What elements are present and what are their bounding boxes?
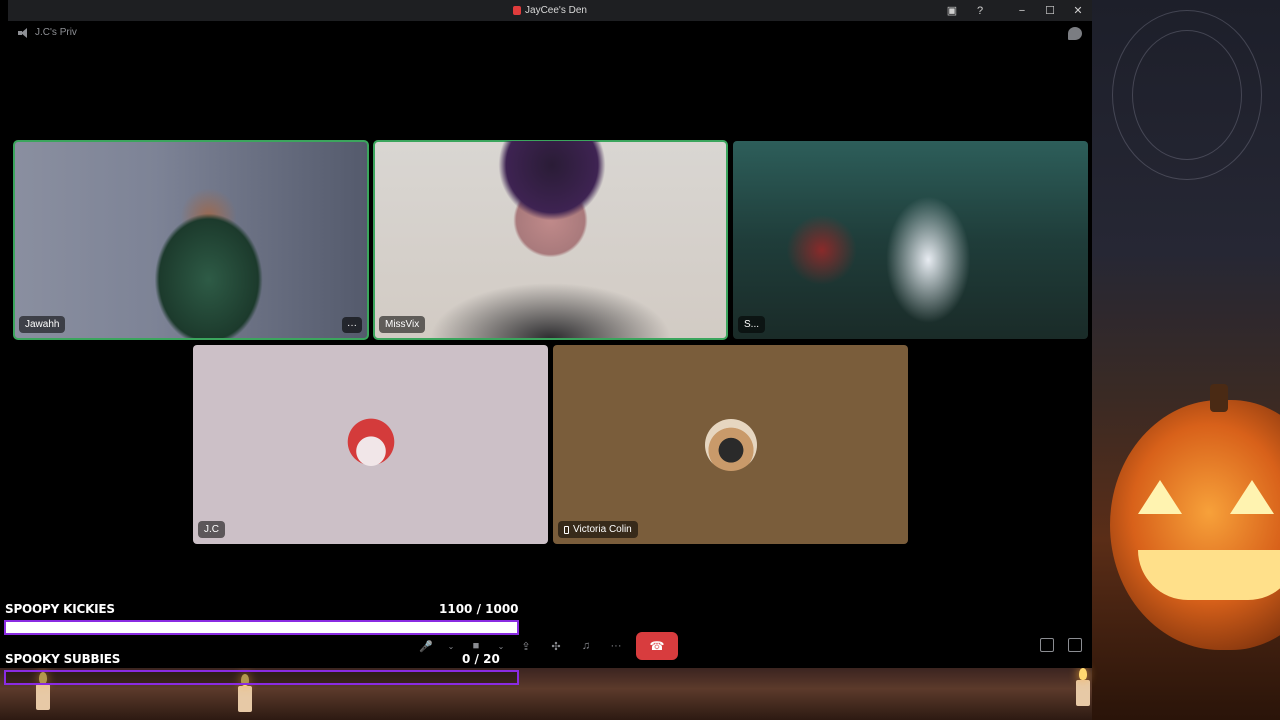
goal-title: SPOOPY KICKIES	[5, 602, 115, 616]
chevron-down-icon[interactable]: ⌄	[446, 633, 456, 659]
participant-name: Jawahh	[19, 316, 66, 333]
maximize-button[interactable]: ☐	[1036, 0, 1064, 21]
candle-decoration	[36, 672, 50, 710]
window-title: JayCee's Den	[525, 5, 587, 16]
channel-name: J.C's Priv	[35, 27, 77, 38]
goal-count: 0 / 20	[462, 652, 500, 666]
close-button[interactable]: ✕	[1064, 0, 1092, 21]
popout-icon[interactable]	[1040, 638, 1054, 652]
activities-icon[interactable]: ✣	[546, 633, 566, 659]
avatar-tile-victoria-colin[interactable]: Victoria Colin	[553, 345, 908, 544]
fullscreen-icon[interactable]	[1068, 638, 1082, 652]
candle-decoration	[238, 674, 252, 712]
goal-progress-bar	[4, 670, 519, 685]
title-bar: JayCee's Den ▣ ? − ☐ ✕	[8, 0, 1092, 21]
avatar-tile-jc[interactable]: J.C	[193, 345, 548, 544]
call-controls: 🎤 ⌄ ■ ⌄ ⇪ ✣ ♫ ··· ☎	[416, 632, 678, 660]
avatar	[339, 413, 402, 476]
popout-icon[interactable]: ▣	[938, 0, 966, 21]
help-icon[interactable]: ?	[966, 0, 994, 21]
screen-share-icon[interactable]: ⇪	[516, 633, 536, 659]
mobile-phone-icon	[564, 525, 569, 534]
voice-call-window: JayCee's Den ▣ ? − ☐ ✕ J.C's Priv Jawahh…	[8, 0, 1092, 668]
video-tile-s[interactable]: S...	[733, 141, 1088, 339]
voice-channel-header: J.C's Priv	[18, 27, 77, 38]
microphone-icon[interactable]: 🎤	[416, 633, 436, 659]
video-tile-jawahh[interactable]: Jawahh ···	[13, 140, 369, 340]
goal-count: 1100 / 1000	[439, 602, 519, 616]
minimize-button[interactable]: −	[1008, 0, 1036, 21]
app-icon	[513, 6, 522, 15]
video-tile-missvix[interactable]: MissVix	[373, 140, 728, 340]
jack-o-lantern-decoration	[1110, 384, 1280, 650]
soundboard-icon[interactable]: ♫	[576, 633, 596, 659]
goal-title: SPOOKY SUBBIES	[5, 652, 121, 666]
halloween-background	[1092, 0, 1280, 720]
disconnect-button[interactable]: ☎	[636, 632, 678, 660]
view-controls	[1040, 638, 1082, 652]
participant-name-label: Victoria Colin	[558, 521, 638, 538]
participant-name: MissVix	[379, 316, 426, 333]
more-options-icon[interactable]: ···	[342, 317, 362, 333]
goal-progress-bar	[4, 620, 519, 635]
spider-web-decoration	[1132, 30, 1242, 160]
chat-icon[interactable]	[1068, 27, 1082, 40]
candle-decoration	[1076, 668, 1090, 706]
participant-name: J.C	[198, 521, 225, 538]
goal-progress-fill	[6, 622, 517, 633]
participant-name: S...	[738, 316, 766, 333]
participant-name: Victoria Colin	[573, 524, 632, 535]
avatar	[704, 418, 757, 471]
speaker-icon	[18, 27, 30, 38]
more-options-icon[interactable]: ···	[606, 633, 626, 659]
